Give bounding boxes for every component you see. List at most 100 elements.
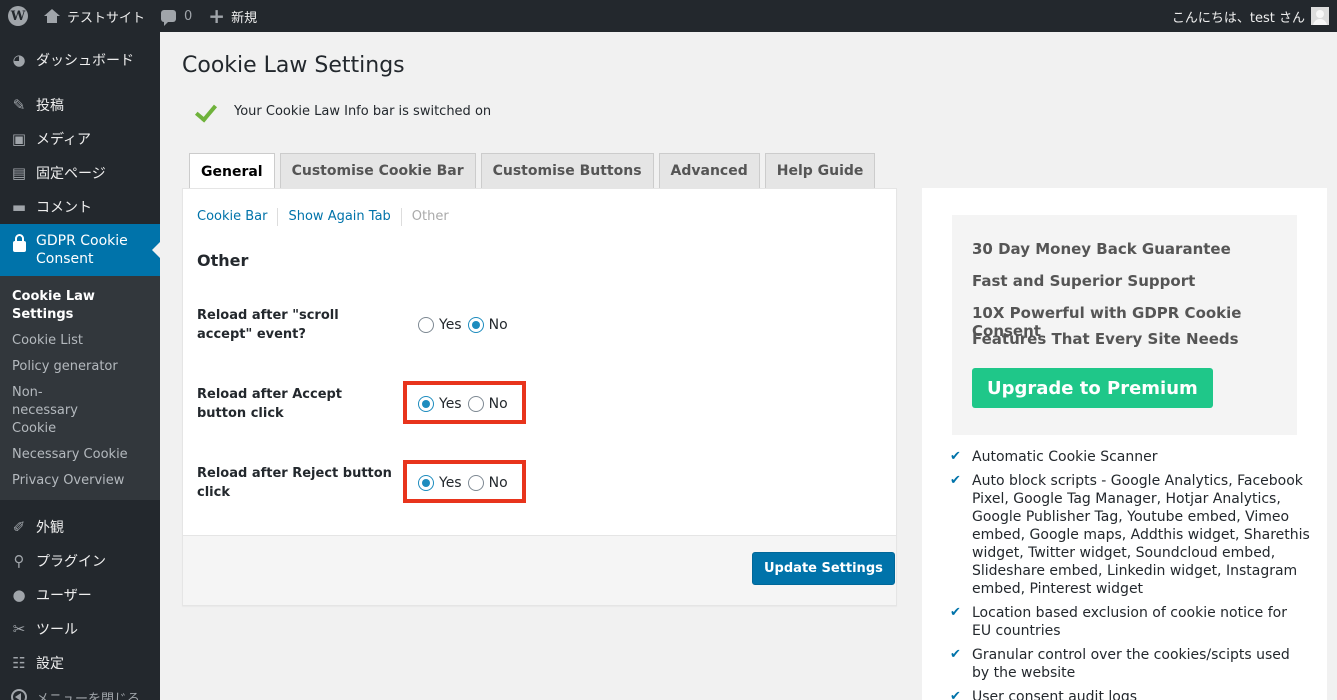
brush-icon: ✐ (12, 518, 26, 536)
comment-icon: ▬ (11, 198, 27, 216)
list-item: ✔ Automatic Cookie Scanner (950, 448, 1310, 466)
sidebar-item-users[interactable]: ● ユーザー (0, 578, 160, 612)
wrench-icon: ✂ (12, 620, 26, 638)
feature-list: ✔ Automatic Cookie Scanner ✔ Auto block … (950, 448, 1310, 700)
plugin-icon: ⚲ (13, 552, 25, 570)
gdpr-submenu: Cookie Law Settings Cookie List Policy g… (0, 276, 160, 500)
upgrade-to-premium-button[interactable]: Upgrade to Premium (972, 368, 1213, 408)
radio-no-label: No (488, 317, 508, 333)
new-content-label: 新規 (231, 10, 258, 26)
setting-label: Reload after Accept button click (197, 387, 343, 421)
sidebar-item-dashboard[interactable]: ◕ ダッシュボード (0, 43, 160, 77)
sidebar-item-posts[interactable]: ✎ 投稿 (0, 88, 160, 122)
radio-yes[interactable] (418, 317, 434, 333)
tab-customise-buttons[interactable]: Customise Buttons (480, 153, 654, 189)
radio-no[interactable] (467, 475, 484, 491)
sidebar-item-label: 外観 (36, 520, 64, 536)
list-item: ✔ Location based exclusion of cookie not… (950, 604, 1310, 640)
check-icon: ✔ (950, 605, 961, 620)
subtab-other[interactable]: Other (400, 208, 459, 226)
submenu-necessary-cookie[interactable]: Necessary Cookie (0, 442, 160, 468)
settings-panel: Cookie Bar Show Again Tab Other Other Re… (182, 188, 897, 606)
setting-label: Reload after "scroll accept" event? (197, 308, 339, 342)
wordpress-logo-button[interactable]: W (0, 0, 36, 32)
radio-no-label: No (488, 396, 508, 412)
wordpress-icon: W (8, 6, 28, 26)
radio-group-reject-reload: Yes No (418, 475, 514, 491)
submenu-policy-generator[interactable]: Policy generator (0, 354, 160, 380)
new-content-link[interactable]: + 新規 (200, 0, 265, 32)
submenu-cookie-law-settings[interactable]: Cookie Law Settings (0, 284, 160, 328)
list-item: ✔ Auto block scripts - Google Analytics,… (950, 472, 1310, 598)
setting-label: Reload after Reject button click (197, 466, 392, 500)
radio-yes[interactable] (418, 396, 434, 412)
sidebar-item-label: ダッシュボード (36, 53, 134, 69)
list-item: ✔ User consent audit logs (950, 688, 1310, 700)
checkmark-icon (197, 105, 219, 119)
radio-no[interactable] (467, 317, 484, 333)
check-icon: ✔ (950, 449, 961, 464)
pushpin-icon: ✎ (12, 96, 26, 114)
comments-count: 0 (184, 8, 193, 24)
status-notice: Your Cookie Law Info bar is switched on (197, 104, 491, 119)
sidebar-item-label: コメント (36, 200, 92, 216)
radio-yes[interactable] (418, 475, 434, 491)
dashboard-icon: ◕ (12, 51, 26, 69)
radio-no[interactable] (467, 396, 484, 412)
page-title: Cookie Law Settings (182, 53, 405, 78)
collapse-icon (10, 688, 28, 700)
check-icon: ✔ (950, 473, 961, 488)
submenu-non-necessary-cookie[interactable]: Non-necessary Cookie (0, 380, 120, 442)
sidebar-item-gdpr-cookie-consent[interactable]: GDPR Cookie Consent (0, 224, 160, 276)
tab-general[interactable]: General (189, 153, 275, 190)
sidebar-item-media[interactable]: ▣ メディア (0, 122, 160, 156)
submenu-privacy-overview[interactable]: Privacy Overview (0, 468, 160, 494)
admin-sidebar: ◕ ダッシュボード ✎ 投稿 ▣ メディア ▤ 固定ページ ▬ コメント GDP… (0, 32, 160, 700)
plus-icon: + (208, 4, 226, 28)
sidebar-item-label: プラグイン (36, 554, 106, 570)
avatar (1311, 7, 1329, 25)
update-settings-button[interactable]: Update Settings (752, 552, 895, 585)
sidebar-item-label: GDPR Cookie Consent (36, 233, 128, 267)
sidebar-item-label: ツール (36, 622, 78, 638)
home-icon (44, 9, 60, 23)
subtab-nav: Cookie Bar Show Again Tab Other (197, 208, 459, 226)
radio-yes-label: Yes (439, 475, 462, 491)
radio-group-scroll-accept: Yes No (418, 317, 514, 333)
site-name-link[interactable]: テストサイト (36, 0, 153, 32)
sidebar-item-pages[interactable]: ▤ 固定ページ (0, 156, 160, 190)
comments-link[interactable]: 0 (153, 0, 200, 32)
submenu-cookie-list[interactable]: Cookie List (0, 328, 160, 354)
media-icon: ▣ (11, 130, 27, 148)
collapse-menu-button[interactable]: メニューを閉じる (0, 680, 160, 700)
sidebar-item-settings[interactable]: ☷ 設定 (0, 646, 160, 680)
feature-text: Granular control over the cookies/scipts… (972, 647, 1290, 681)
tab-customise-cookie-bar[interactable]: Customise Cookie Bar (279, 153, 476, 189)
subtab-show-again-tab[interactable]: Show Again Tab (277, 208, 400, 226)
promo-line: Features That Every Site Needs (972, 330, 1239, 348)
admin-bar: W テストサイト 0 + 新規 こんにちは、test さん (0, 0, 1337, 32)
subtab-cookie-bar[interactable]: Cookie Bar (197, 208, 277, 226)
radio-no-label: No (488, 475, 508, 491)
tab-advanced[interactable]: Advanced (658, 153, 760, 189)
sidebar-item-comments[interactable]: ▬ コメント (0, 190, 160, 224)
sidebar-item-label: 設定 (36, 656, 64, 672)
promo-box: 30 Day Money Back Guarantee Fast and Sup… (952, 215, 1297, 435)
comment-icon (161, 10, 177, 26)
promo-line: 30 Day Money Back Guarantee (972, 240, 1231, 258)
sidebar-item-plugins[interactable]: ⚲ プラグイン (0, 544, 160, 578)
page-icon: ▤ (11, 164, 27, 182)
promo-line: Fast and Superior Support (972, 272, 1196, 290)
sidebar-item-label: メディア (36, 132, 92, 148)
section-title: Other (197, 251, 249, 270)
list-item: ✔ Granular control over the cookies/scip… (950, 646, 1310, 682)
sidebar-item-label: メニューを閉じる (36, 691, 141, 700)
user-icon: ● (12, 586, 26, 604)
tab-help-guide[interactable]: Help Guide (764, 153, 876, 189)
panel-footer: Update Settings (183, 535, 896, 605)
feature-text: Location based exclusion of cookie notic… (972, 605, 1287, 639)
sidebar-item-tools[interactable]: ✂ ツール (0, 612, 160, 646)
my-account-link[interactable]: こんにちは、test さん (1172, 0, 1337, 32)
sidebar-item-appearance[interactable]: ✐ 外観 (0, 510, 160, 544)
radio-yes-label: Yes (439, 396, 462, 412)
